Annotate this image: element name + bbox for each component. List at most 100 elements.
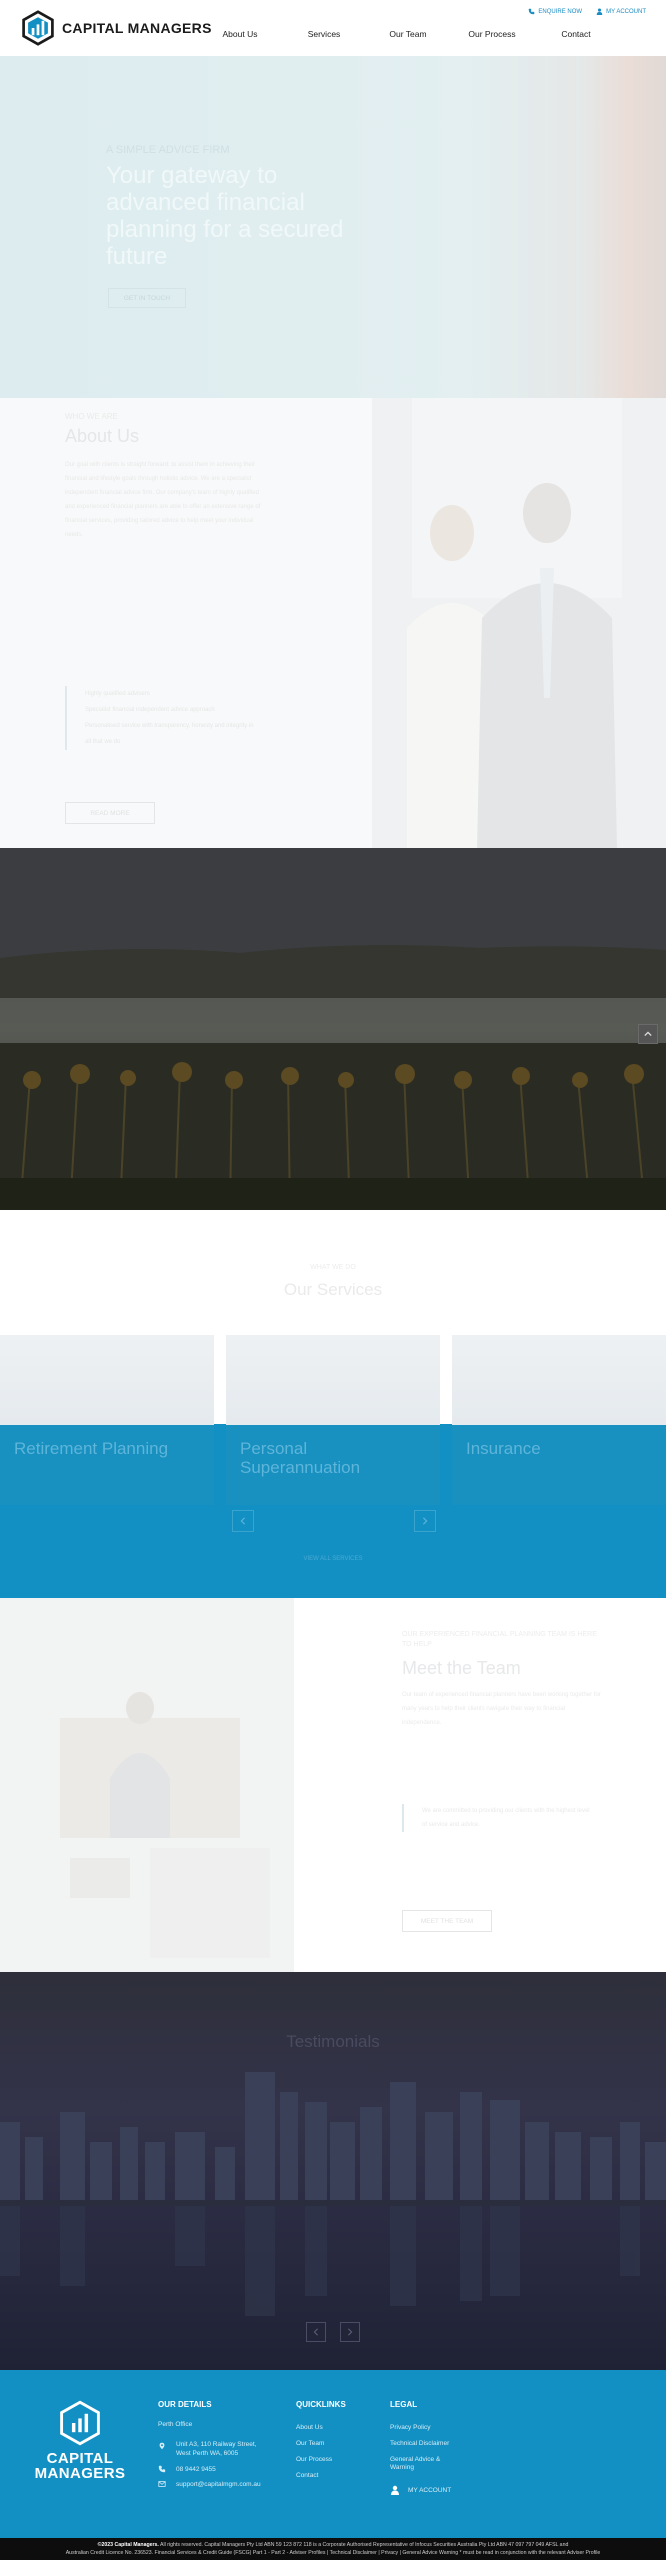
main-nav: About Us Services Our Team Our Process C… (198, 29, 618, 39)
enquire-link[interactable]: ENQUIRE NOW (528, 8, 582, 15)
about-list-item: Personalised service with transparency, … (85, 723, 254, 745)
footer-link-technical-disclaimer[interactable]: Technical Disclaimer (390, 2439, 449, 2448)
service-image (226, 1335, 440, 1425)
nav-contact[interactable]: Contact (534, 29, 618, 39)
footer-email[interactable]: support@capitalmgm.com.au (176, 2480, 261, 2489)
services-next-button[interactable] (414, 1510, 436, 1532)
footer-legal-heading: LEGAL (390, 2400, 418, 2409)
footer-link-privacy[interactable]: Privacy Policy (390, 2423, 430, 2432)
footer-quicklinks-heading: QUICKLINKS (296, 2400, 346, 2409)
footer-link-our-team[interactable]: Our Team (296, 2439, 324, 2448)
footer-link-contact[interactable]: Contact (296, 2471, 318, 2480)
account-link[interactable]: MY ACCOUNT (596, 8, 646, 15)
team-kicker: OUR EXPERIENCED FINANCIAL PLANNING TEAM … (402, 1631, 597, 1648)
nav-our-process[interactable]: Our Process (450, 29, 534, 39)
about-section: WHO WE ARE About Us Our goal with client… (0, 398, 666, 848)
user-icon (391, 2485, 399, 2495)
service-panel (452, 1425, 666, 1505)
about-title: About Us (65, 426, 140, 446)
footer-link-our-process[interactable]: Our Process (296, 2455, 332, 2464)
service-card-superannuation[interactable]: Personal Superannuation (226, 1335, 440, 1505)
about-team-photo (372, 398, 666, 848)
testimonials-section: Testimonials (0, 1972, 666, 2370)
copyright-line1: All rights reserved. Capital Managers Pt… (160, 2542, 569, 2548)
copyright-brand: ©2023 Capital Managers. (97, 2542, 159, 2548)
hero-title: Your gateway to advanced financial plann… (106, 162, 344, 270)
chevron-right-icon (348, 2328, 353, 2336)
footer-address-line1: Unit A3, 110 Railway Street, (176, 2441, 257, 2448)
nav-services[interactable]: Services (282, 29, 366, 39)
footer-link-general-advice-warning[interactable]: Warning (390, 2463, 414, 2472)
utility-links: ENQUIRE NOW MY ACCOUNT (528, 8, 646, 15)
service-card-retirement[interactable]: Retirement Planning (0, 1335, 214, 1505)
user-icon (596, 8, 603, 15)
footer-office: Perth Office (158, 2421, 193, 2428)
service-card-insurance[interactable]: Insurance (452, 1335, 666, 1505)
service-title: Retirement Planning (14, 1439, 169, 1458)
testimonials-prev-button[interactable] (306, 2322, 326, 2342)
about-read-more-button[interactable]: READ MORE (65, 802, 155, 824)
footer-link-about-us[interactable]: About Us (296, 2423, 323, 2432)
hero-section: A SIMPLE ADVICE FIRM Your gateway to adv… (0, 56, 666, 398)
chevron-up-icon (644, 1031, 652, 1037)
about-kicker: WHO WE ARE (65, 412, 118, 421)
services-kicker: WHAT WE DO (310, 1264, 356, 1271)
footer-brand-line2: MANAGERS (34, 2465, 126, 2482)
footer-address-line2: West Perth WA, 6005 (176, 2450, 239, 2457)
hero-image (576, 56, 666, 398)
phone-icon (158, 2465, 166, 2473)
advisers-photo (372, 398, 666, 848)
footer-phone[interactable]: 08 9442 9455 (176, 2465, 216, 2474)
footer-logo[interactable]: CAPITAL MANAGERS (30, 2400, 130, 2481)
vineyard-image (0, 848, 666, 1210)
chevron-right-icon (423, 1517, 428, 1525)
scroll-to-top-button[interactable] (638, 1024, 658, 1044)
service-title: Insurance (466, 1439, 541, 1458)
account-label: MY ACCOUNT (606, 8, 646, 15)
cube-logo-icon (22, 10, 54, 46)
footer-details-heading: OUR DETAILS (158, 2400, 212, 2409)
site-header: CAPITAL MANAGERS ENQUIRE NOW MY ACCOUNT … (0, 0, 666, 56)
chevron-left-icon (313, 2328, 318, 2336)
enquire-label: ENQUIRE NOW (538, 8, 583, 15)
service-image (0, 1335, 214, 1425)
team-quote: We are committed to providing our client… (402, 1804, 592, 1832)
copyright-bar: ©2023 Capital Managers. All rights reser… (0, 2538, 666, 2560)
mail-icon (158, 2481, 166, 2487)
site-footer: CAPITAL MANAGERS OUR DETAILS Perth Offic… (0, 2370, 666, 2538)
team-section: OUR EXPERIENCED FINANCIAL PLANNING TEAM … (0, 1598, 666, 1972)
service-title: Personal Superannuation (240, 1439, 361, 1477)
nav-our-team[interactable]: Our Team (366, 29, 450, 39)
about-body: Our goal with clients is straight forwar… (65, 462, 261, 538)
phone-icon (529, 8, 535, 15)
about-text-panel: WHO WE ARE About Us Our goal with client… (0, 398, 372, 848)
footer-brand-line1: CAPITAL (46, 2450, 114, 2467)
copyright-line2: Australian Credit Licence No. 236523. Fi… (65, 2550, 601, 2556)
get-in-touch-button[interactable]: GET IN TOUCH (108, 288, 186, 308)
team-title: Meet the Team (402, 1658, 521, 1678)
testimonials-title: Testimonials (286, 2032, 380, 2051)
cube-logo-icon (60, 2400, 100, 2446)
meet-the-team-button[interactable]: MEET THE TEAM (402, 1910, 492, 1932)
service-panel (0, 1425, 214, 1505)
footer-my-account-link[interactable]: MY ACCOUNT (408, 2486, 451, 2495)
services-section: WHAT WE DO Our Services Retirement Plann… (0, 1210, 666, 1598)
vineyard-banner (0, 848, 666, 1210)
testimonials-next-button[interactable] (340, 2322, 360, 2342)
brand-name: CAPITAL MANAGERS (62, 20, 212, 36)
services-prev-button[interactable] (232, 1510, 254, 1532)
chevron-left-icon (240, 1517, 245, 1525)
service-image (452, 1335, 666, 1425)
nav-about-us[interactable]: About Us (198, 29, 282, 39)
hero-kicker: A SIMPLE ADVICE FIRM (106, 144, 230, 156)
brand-logo[interactable]: CAPITAL MANAGERS (20, 10, 212, 46)
view-all-services-link[interactable]: VIEW ALL SERVICES (0, 1556, 666, 1562)
about-list-item: Highly qualified advisers (85, 691, 150, 697)
services-title: Our Services (283, 1280, 383, 1299)
team-body: Our team of experienced financial planne… (402, 1692, 601, 1726)
location-pin-icon (159, 2442, 165, 2450)
about-list-item: Specialist financial independent advice … (85, 707, 215, 713)
about-list: Highly qualified advisers Specialist fin… (65, 686, 255, 750)
team-meeting-photo (0, 1598, 294, 1972)
meeting-image (0, 1598, 294, 1972)
